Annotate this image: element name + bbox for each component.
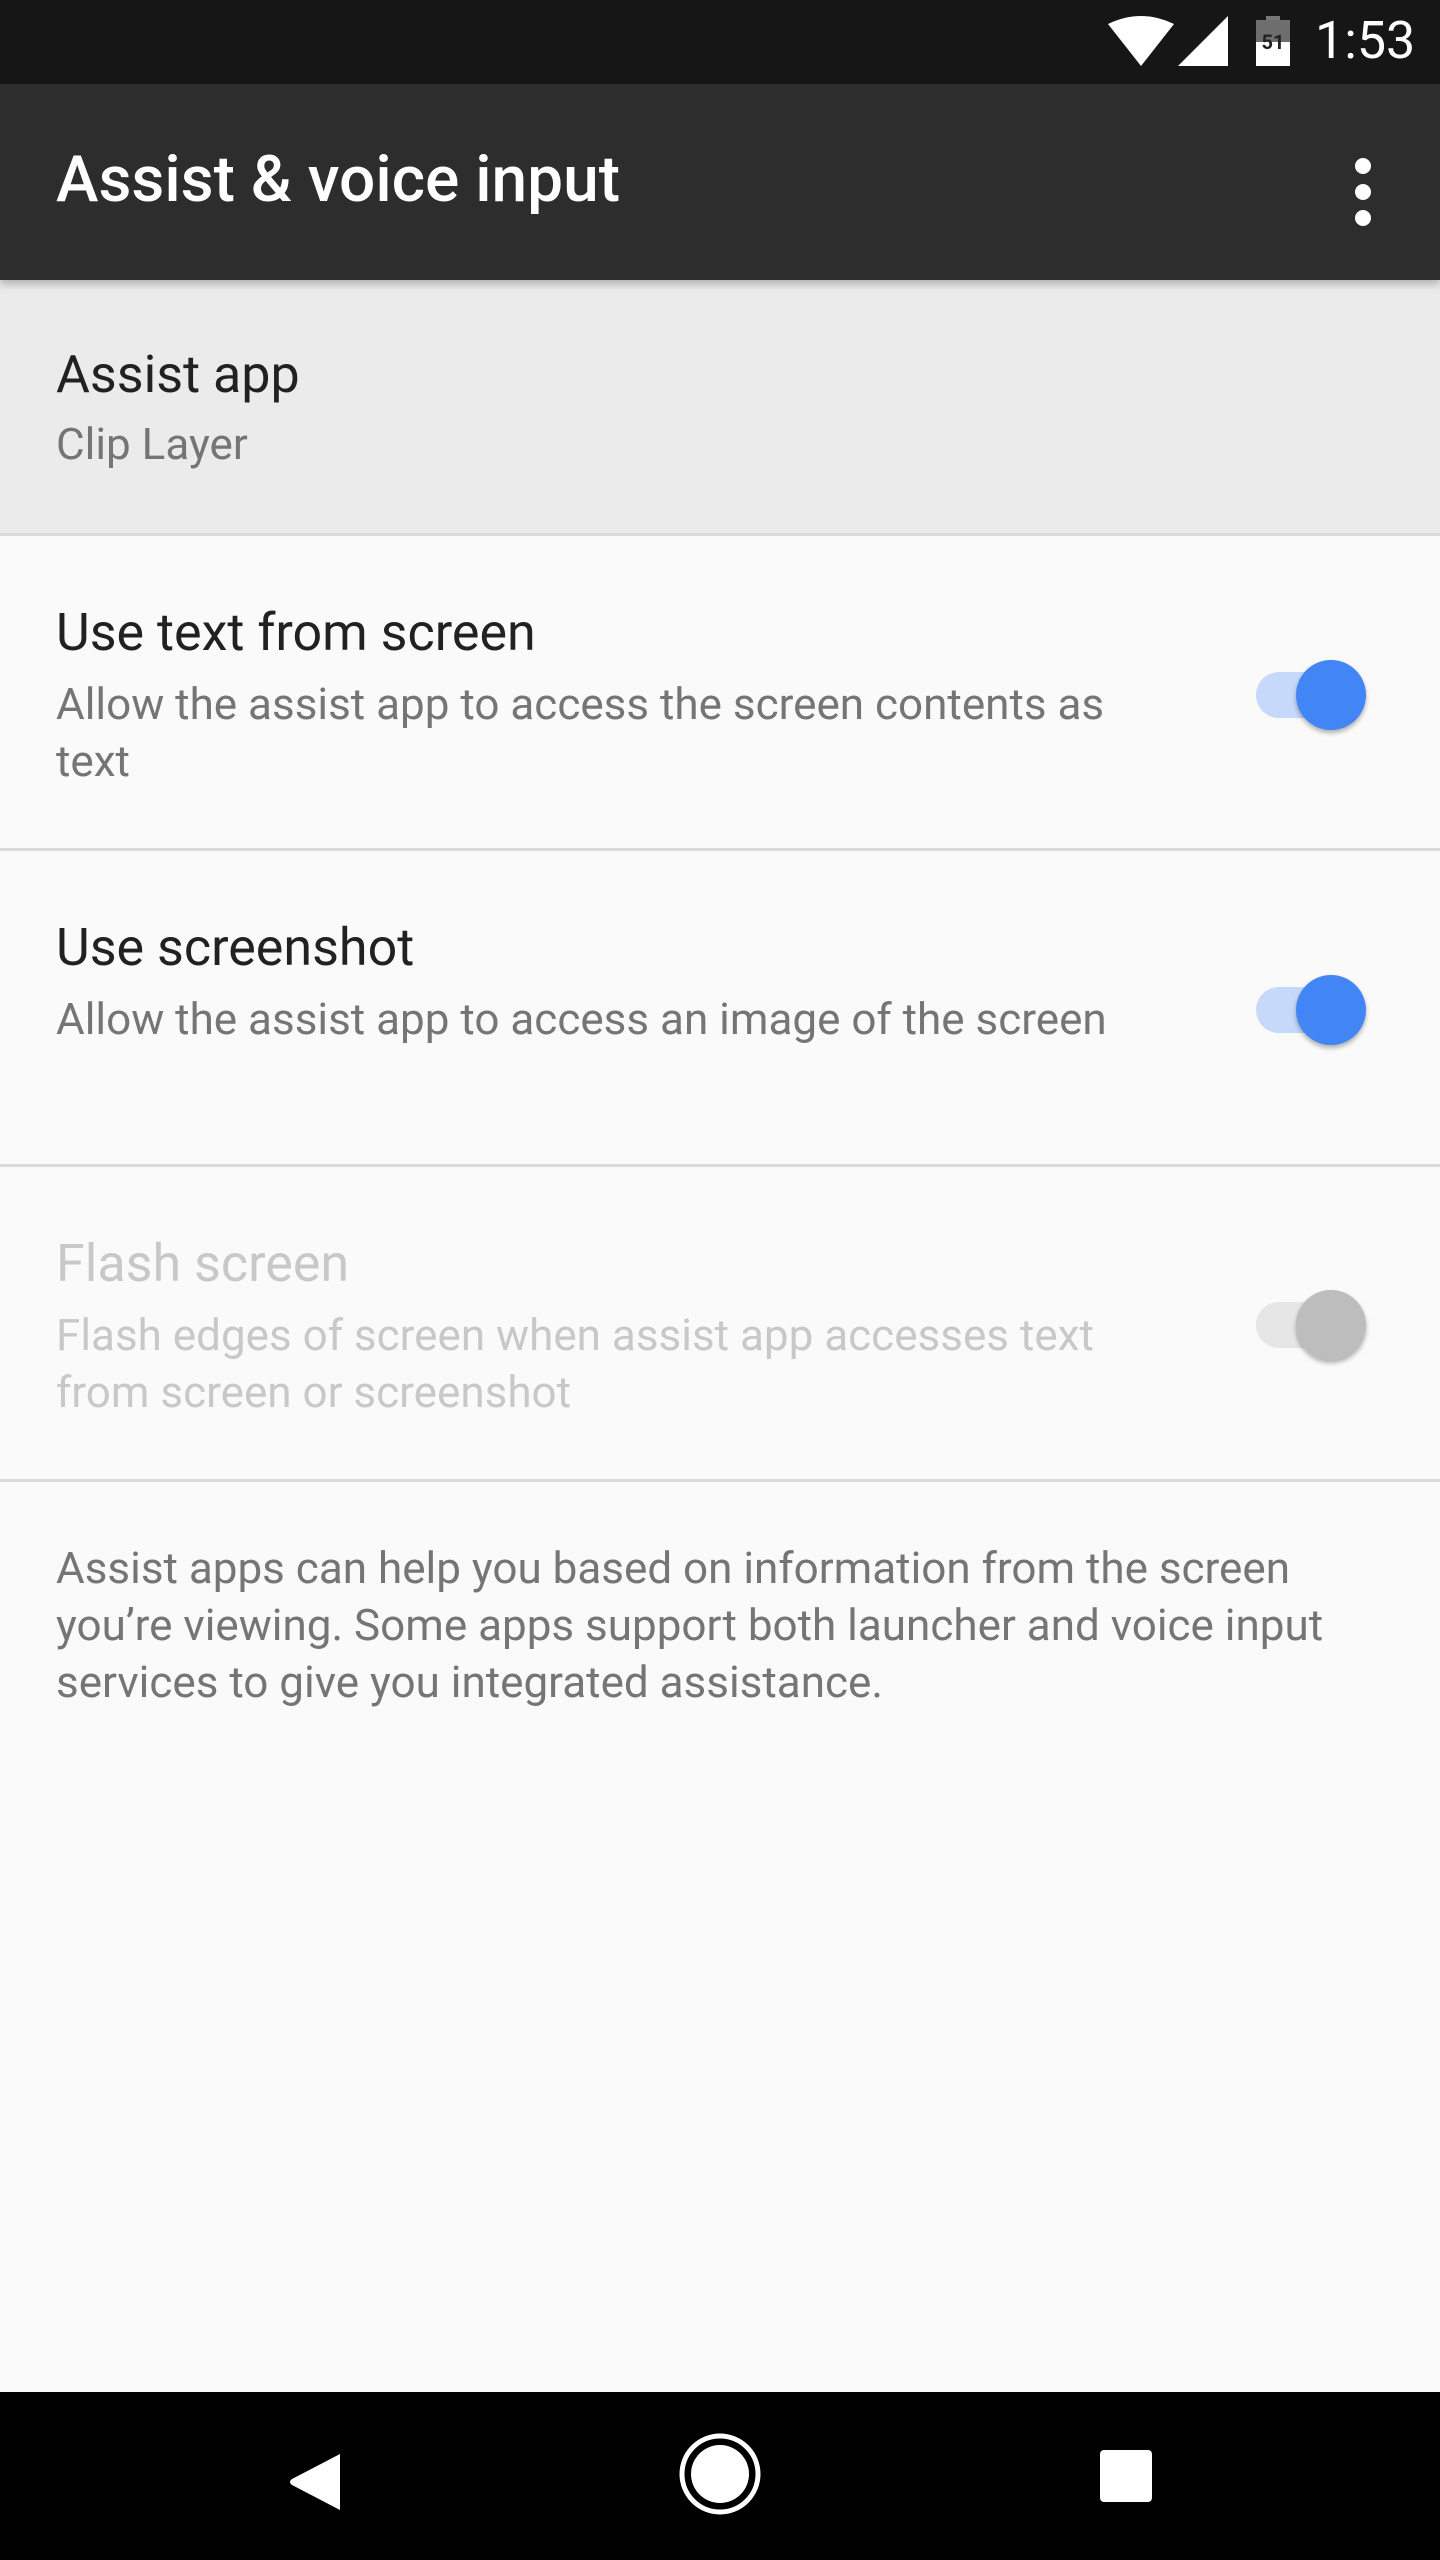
toolbar: Assist & voice input [0,84,1440,280]
setting-summary: Clip Layer [56,418,248,470]
clock: 1:53 [1315,10,1416,71]
home-icon[interactable] [678,2432,762,2516]
use-text-toggle[interactable] [1250,654,1380,734]
setting-use-screenshot[interactable]: Use screenshot Allow the assist app to a… [0,851,1440,1164]
page-title: Assist & voice input [56,142,621,217]
status-bar: 51 1:53 [0,0,1440,84]
battery-icon: 51 [1256,16,1290,66]
battery-level: 51 [1261,30,1285,54]
divider [0,1479,1440,1482]
flash-screen-toggle [1250,1284,1380,1364]
setting-use-text-from-screen[interactable]: Use text from screen Allow the assist ap… [0,536,1440,849]
wifi-icon [1108,16,1174,66]
back-icon[interactable] [288,2452,344,2512]
recents-icon[interactable] [1100,2450,1152,2502]
setting-title: Use text from screen [56,602,536,663]
setting-summary: Allow the assist app to access an image … [56,993,1107,1045]
setting-summary: Allow the assist app to access the scree… [56,678,1105,787]
cell-signal-icon [1178,16,1228,66]
setting-flash-screen: Flash screen Flash edges of screen when … [0,1167,1440,1480]
use-screenshot-toggle[interactable] [1250,969,1380,1049]
setting-summary: Flash edges of screen when assist app ac… [56,1309,1094,1418]
setting-title: Assist app [56,344,300,405]
setting-title: Flash screen [56,1233,350,1294]
setting-title: Use screenshot [56,917,415,978]
navigation-bar [0,2392,1440,2560]
footer-description: Assist apps can help you based on inform… [56,1542,1324,1708]
setting-assist-app[interactable]: Assist app Clip Layer [0,280,1440,535]
more-vert-icon[interactable] [1345,154,1381,230]
